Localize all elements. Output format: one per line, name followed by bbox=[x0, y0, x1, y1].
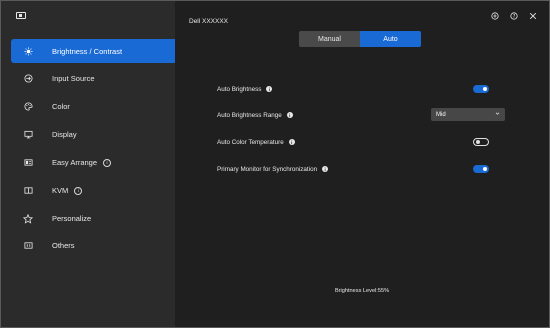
window-controls: ? bbox=[490, 11, 537, 20]
input-source-icon bbox=[14, 74, 42, 83]
sidebar-item-label: Display bbox=[52, 130, 77, 139]
mode-toggle: Manual Auto bbox=[299, 31, 421, 47]
auto-brightness-toggle[interactable] bbox=[473, 85, 489, 93]
sidebar-item-label: Easy Arrange bbox=[52, 158, 98, 167]
auto-color-temperature-toggle[interactable] bbox=[473, 138, 489, 146]
info-icon[interactable]: i bbox=[288, 139, 295, 145]
kvm-icon bbox=[14, 186, 42, 195]
primary-monitor-sync-toggle[interactable] bbox=[473, 165, 489, 173]
sidebar-item-input-source[interactable]: Input Source bbox=[11, 67, 175, 90]
primary-monitor-sync-row: Primary Monitor for Synchronization i bbox=[217, 162, 507, 176]
auto-brightness-label: Auto Brightness bbox=[217, 85, 262, 93]
auto-color-temperature-row: Auto Color Temperature i bbox=[217, 135, 507, 149]
sidebar-item-label: Color bbox=[52, 102, 70, 111]
info-icon[interactable]: i bbox=[322, 166, 329, 172]
sidebar-item-label: Personalize bbox=[52, 214, 92, 223]
auto-brightness-range-select[interactable]: Mid bbox=[431, 108, 505, 121]
info-icon[interactable]: i bbox=[266, 86, 273, 92]
sidebar-item-label: KVM bbox=[52, 186, 69, 195]
info-icon[interactable]: i bbox=[74, 186, 83, 195]
sidebar-item-personalize[interactable]: Personalize bbox=[11, 207, 175, 230]
monitor-icon bbox=[14, 130, 42, 139]
sidebar-item-display[interactable]: Display bbox=[11, 123, 175, 146]
sidebar-item-easy-arrange[interactable]: Easy Arrange i bbox=[11, 151, 175, 174]
auto-mode-button[interactable]: Auto bbox=[360, 31, 421, 47]
brightness-level-text: Brightness Level:55% bbox=[334, 288, 390, 294]
sidebar-item-brightness-contrast[interactable]: Brightness / Contrast bbox=[11, 39, 175, 63]
auto-brightness-row: Auto Brightness i bbox=[217, 82, 507, 96]
sidebar-item-kvm[interactable]: KVM i bbox=[11, 179, 175, 202]
app-window: Brightness / Contrast Input Source Color… bbox=[0, 0, 550, 328]
sidebar-item-label: Brightness / Contrast bbox=[52, 46, 123, 56]
auto-brightness-range-label: Auto Brightness Range bbox=[217, 111, 282, 119]
sidebar: Brightness / Contrast Input Source Color… bbox=[1, 1, 175, 327]
select-value: Mid bbox=[436, 111, 446, 118]
sidebar-item-color[interactable]: Color bbox=[11, 95, 175, 118]
sidebar-item-others[interactable]: Others bbox=[11, 234, 175, 257]
device-name: Dell XXXXXX bbox=[189, 18, 229, 25]
manual-mode-button[interactable]: Manual bbox=[299, 31, 360, 47]
info-icon[interactable]: i bbox=[286, 112, 293, 118]
chevron-down-icon bbox=[495, 111, 500, 118]
primary-monitor-sync-label: Primary Monitor for Synchronization bbox=[217, 165, 318, 173]
auto-color-temperature-label: Auto Color Temperature bbox=[217, 138, 284, 146]
info-icon[interactable]: i bbox=[103, 158, 112, 167]
plus-icon[interactable] bbox=[490, 11, 499, 20]
sidebar-item-label: Input Source bbox=[52, 74, 95, 83]
close-icon[interactable] bbox=[528, 11, 537, 20]
help-icon[interactable]: ? bbox=[509, 11, 518, 20]
main-panel: Dell XXXXXX ? Manual Auto Auto Brightnes… bbox=[175, 1, 549, 327]
sidebar-item-label: Others bbox=[52, 241, 75, 250]
star-icon bbox=[14, 213, 42, 224]
layout-icon bbox=[14, 158, 42, 167]
sun-icon bbox=[14, 46, 42, 56]
palette-icon bbox=[14, 102, 42, 111]
app-logo-icon bbox=[16, 12, 26, 19]
others-icon bbox=[14, 241, 42, 250]
